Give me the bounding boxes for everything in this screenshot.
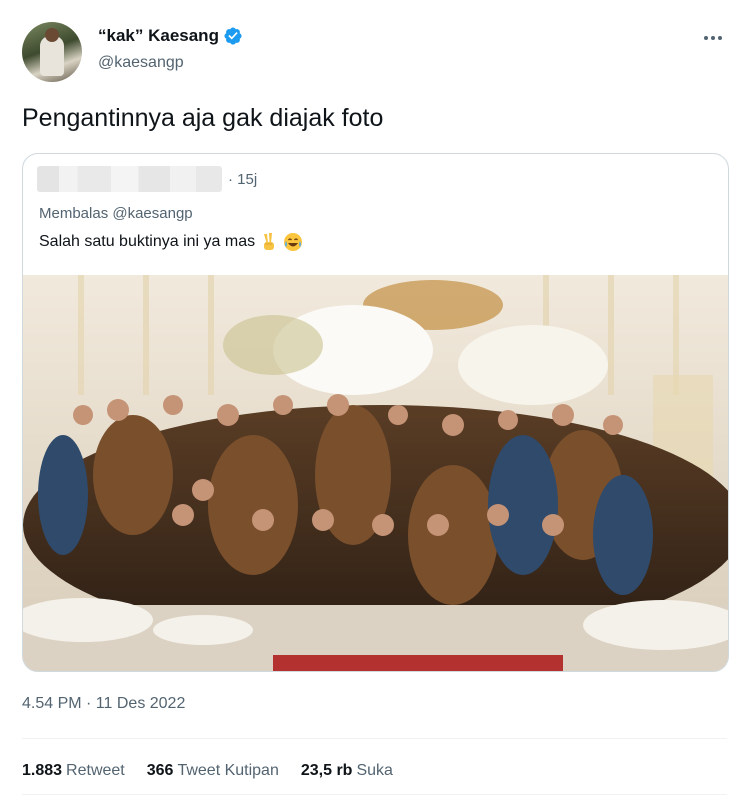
tears-of-joy-emoji bbox=[284, 233, 303, 251]
tweet-timestamp[interactable]: 4.54 PM · 11 Des 2022 bbox=[22, 695, 185, 713]
divider bbox=[22, 738, 727, 739]
verified-badge-icon bbox=[224, 27, 242, 45]
stat-label: Retweet bbox=[66, 762, 125, 779]
reply-to: Membalas @kaesangp bbox=[39, 205, 193, 222]
divider bbox=[22, 794, 727, 795]
avatar-head bbox=[45, 28, 59, 42]
tweet-header: “kak” Kaesang @kaesangp bbox=[22, 22, 727, 82]
quoted-header: · 15j bbox=[37, 166, 257, 192]
avatar-figure bbox=[40, 36, 64, 76]
blurred-author bbox=[37, 166, 222, 192]
handle[interactable]: @kaesangp bbox=[98, 54, 184, 72]
quoted-text: Salah satu buktinya ini ya mas bbox=[39, 233, 256, 250]
stat-label: Suka bbox=[356, 762, 393, 779]
stat-quote-tweets[interactable]: 366 Tweet Kutipan bbox=[147, 762, 279, 780]
more-options-icon[interactable] bbox=[699, 28, 727, 48]
engagement-stats: 1.883 Retweet 366 Tweet Kutipan 23,5 rb … bbox=[22, 762, 393, 780]
tweet-text: Pengantinnya aja gak diajak foto bbox=[22, 104, 384, 132]
quoted-tweet[interactable]: · 15j Membalas @kaesangp Salah satu bukt… bbox=[22, 153, 729, 672]
victory-hand-emoji bbox=[264, 233, 275, 250]
stat-likes[interactable]: 23,5 rb Suka bbox=[301, 762, 393, 780]
stat-label: Tweet Kutipan bbox=[177, 762, 279, 779]
stat-value: 23,5 rb bbox=[300, 762, 353, 779]
quoted-time: · 15j bbox=[228, 170, 258, 188]
stat-retweets[interactable]: 1.883 Retweet bbox=[22, 762, 125, 780]
stat-value: 1.883 bbox=[22, 762, 63, 779]
display-name[interactable]: “kak” Kaesang bbox=[98, 26, 219, 46]
stat-value: 366 bbox=[146, 762, 174, 779]
group-photo[interactable] bbox=[23, 275, 729, 672]
avatar[interactable] bbox=[22, 22, 82, 82]
quoted-text-row: Salah satu buktinya ini ya mas bbox=[39, 232, 303, 252]
name-row: “kak” Kaesang bbox=[98, 26, 243, 46]
